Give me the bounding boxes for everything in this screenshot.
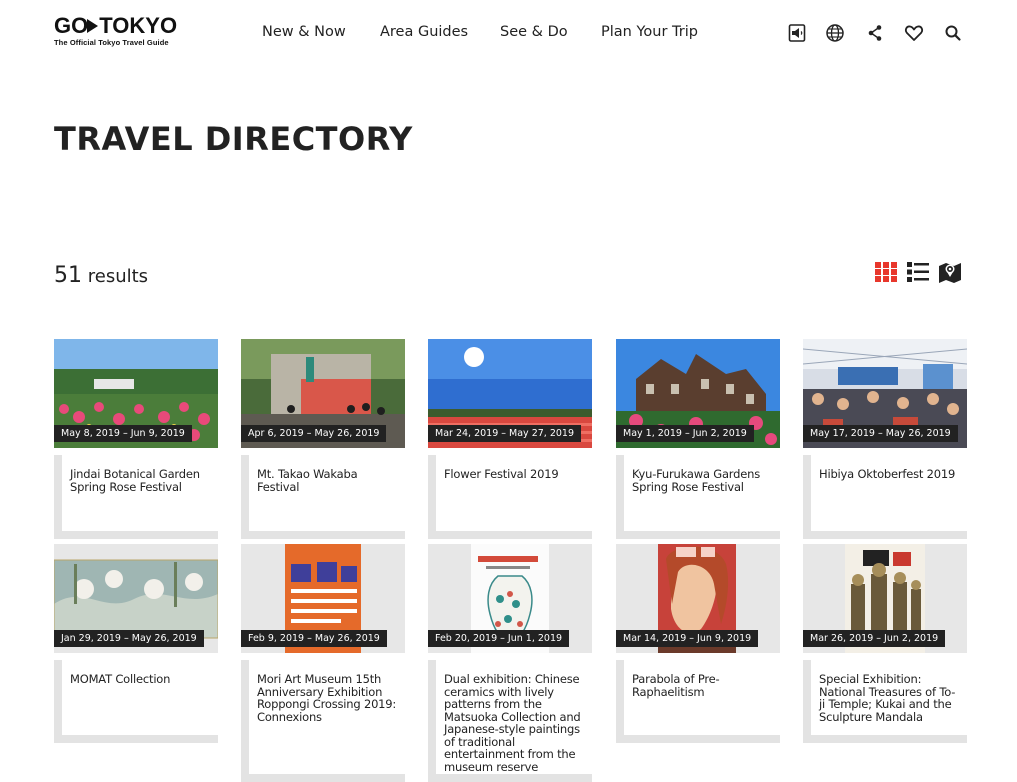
card-title[interactable]: Special Exhibition: National Treasures o…	[819, 673, 961, 723]
card-date: May 1, 2019 – Jun 2, 2019	[616, 425, 754, 442]
nav-plan-your-trip[interactable]: Plan Your Trip	[601, 24, 698, 40]
card-date: May 8, 2019 – Jun 9, 2019	[54, 425, 192, 442]
card-date: Feb 20, 2019 – Jun 1, 2019	[428, 630, 570, 647]
results-label: results	[87, 266, 149, 287]
share-icon[interactable]	[864, 22, 886, 44]
logo-wordmark: GO TOKYO	[54, 13, 178, 38]
card-body: Jindai Botanical Garden Spring Rose Fest…	[54, 455, 218, 539]
card-body: Special Exhibition: National Treasures o…	[803, 660, 967, 743]
page-title: TRAVEL DIRECTORY	[54, 120, 413, 158]
card-body: MOMAT Collection	[54, 660, 218, 743]
card-image[interactable]: Mar 26, 2019 – Jun 2, 2019	[803, 544, 967, 653]
card-title[interactable]: Parabola of Pre-Raphaelitism	[632, 673, 774, 698]
card-title[interactable]: Flower Festival 2019	[444, 468, 586, 481]
card-image[interactable]: Jan 29, 2019 – May 26, 2019	[54, 544, 218, 653]
card-image[interactable]: May 8, 2019 – Jun 9, 2019	[54, 339, 218, 448]
card-image[interactable]: May 17, 2019 – May 26, 2019	[803, 339, 967, 448]
card-image[interactable]: Mar 14, 2019 – Jun 9, 2019	[616, 544, 780, 653]
card-date: Apr 6, 2019 – May 26, 2019	[241, 425, 387, 442]
globe-icon[interactable]	[824, 22, 846, 44]
audio-guide-icon[interactable]	[786, 22, 808, 44]
card-image[interactable]: Mar 24, 2019 – May 27, 2019	[428, 339, 592, 448]
card-image[interactable]: Feb 9, 2019 – May 26, 2019	[241, 544, 405, 653]
nav-new-and-now[interactable]: New & Now	[262, 24, 346, 40]
search-icon[interactable]	[942, 22, 964, 44]
results-number: 51	[54, 263, 82, 288]
card-title[interactable]: Dual exhibition: Chinese ceramics with l…	[444, 673, 586, 773]
logo-arrow-icon	[87, 19, 99, 33]
logo-tagline: The Official Tokyo Travel Guide	[54, 38, 169, 47]
card-image[interactable]: May 1, 2019 – Jun 2, 2019	[616, 339, 780, 448]
map-view-icon[interactable]	[938, 261, 962, 283]
card-date: Jan 29, 2019 – May 26, 2019	[54, 630, 204, 647]
card-title[interactable]: MOMAT Collection	[70, 673, 212, 686]
nav-area-guides[interactable]: Area Guides	[380, 24, 468, 40]
card-title[interactable]: Mt. Takao Wakaba Festival	[257, 468, 399, 493]
list-view-icon[interactable]	[906, 261, 930, 283]
card-image[interactable]: Feb 20, 2019 – Jun 1, 2019	[428, 544, 592, 653]
card-title[interactable]: Kyu-Furukawa Gardens Spring Rose Festiva…	[632, 468, 774, 493]
grid-view-icon[interactable]	[874, 261, 898, 283]
card-date: Mar 26, 2019 – Jun 2, 2019	[803, 630, 946, 647]
card-date: Feb 9, 2019 – May 26, 2019	[241, 630, 387, 647]
card-date: Mar 14, 2019 – Jun 9, 2019	[616, 630, 759, 647]
card-date: May 17, 2019 – May 26, 2019	[803, 425, 958, 442]
card-body: Parabola of Pre-Raphaelitism	[616, 660, 780, 743]
card-body: Mori Art Museum 15th Anniversary Exhibit…	[241, 660, 405, 782]
card-date: Mar 24, 2019 – May 27, 2019	[428, 425, 582, 442]
site-logo[interactable]: GO TOKYO The Official Tokyo Travel Guide	[54, 13, 178, 48]
card-title[interactable]: Mori Art Museum 15th Anniversary Exhibit…	[257, 673, 399, 723]
card-title[interactable]: Jindai Botanical Garden Spring Rose Fest…	[70, 468, 212, 493]
card-title[interactable]: Hibiya Oktoberfest 2019	[819, 468, 961, 481]
card-body: Hibiya Oktoberfest 2019	[803, 455, 967, 539]
card-image[interactable]: Apr 6, 2019 – May 26, 2019	[241, 339, 405, 448]
card-body: Dual exhibition: Chinese ceramics with l…	[428, 660, 592, 782]
card-body: Flower Festival 2019	[428, 455, 592, 539]
heart-icon[interactable]	[903, 22, 925, 44]
nav-see-and-do[interactable]: See & Do	[500, 24, 568, 40]
card-body: Kyu-Furukawa Gardens Spring Rose Festiva…	[616, 455, 780, 539]
card-body: Mt. Takao Wakaba Festival	[241, 455, 405, 539]
results-count: 51 results	[54, 263, 148, 288]
